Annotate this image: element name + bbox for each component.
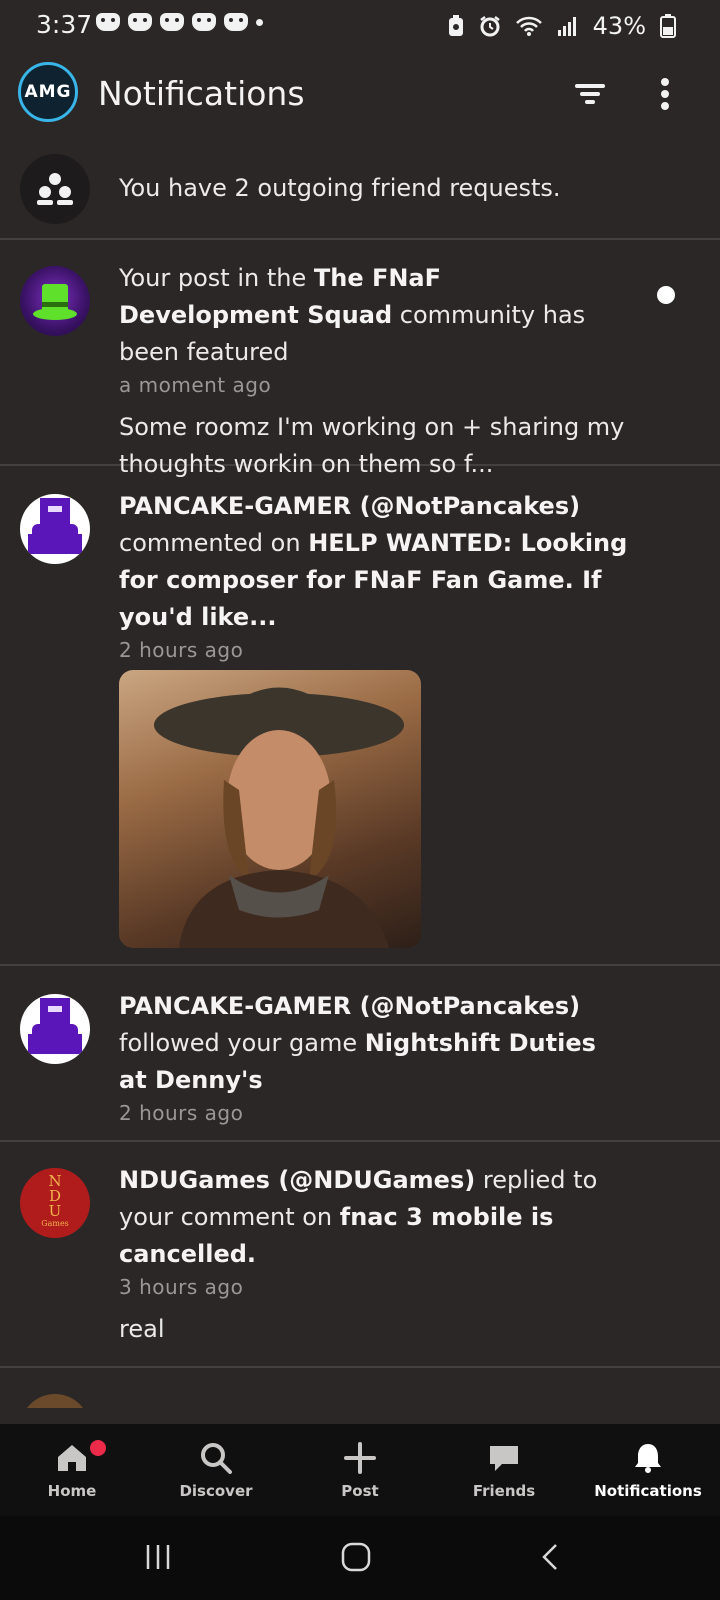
search-icon — [201, 1443, 232, 1474]
notification-partial-row[interactable] — [0, 1368, 720, 1408]
people-group-icon — [37, 173, 73, 205]
nav-label: Friends — [472, 1482, 536, 1500]
status-time: 3:37 — [36, 10, 93, 39]
notification-badge — [90, 1440, 106, 1456]
avatar-logo-text: N D U Games — [20, 1174, 90, 1229]
portrait-image — [154, 687, 404, 948]
reply-preview: real — [119, 1315, 165, 1343]
notification-list: You have 2 outgoing friend requests. You… — [0, 144, 720, 1408]
follow-message: PANCAKE-GAMER (@NotPancakes) followed yo… — [119, 988, 629, 1099]
nav-notifications[interactable]: Notifications — [576, 1424, 720, 1516]
notification-featured-row[interactable]: Your post in the The FNaF Development Sq… — [0, 240, 720, 478]
signal-icon — [557, 17, 576, 36]
bottom-navigation: Home Discover Post Friends Notifications — [0, 1424, 720, 1516]
avatar-letter: U — [48, 1202, 62, 1220]
nav-label: Post — [341, 1482, 379, 1500]
reply-text-block: NDUGames (@NDUGames) replied to your com… — [119, 1162, 629, 1348]
user-avatar-pancake — [20, 494, 90, 564]
game-controller-icon — [128, 13, 152, 31]
recents-icon[interactable] — [144, 1542, 172, 1572]
game-controller-icon — [160, 13, 184, 31]
follow-text-block: PANCAKE-GAMER (@NotPancakes) followed yo… — [119, 988, 629, 1127]
purple-character-icon — [28, 998, 82, 1054]
game-controller-icon — [96, 13, 120, 31]
reply-message: NDUGames (@NDUGames) replied to your com… — [119, 1162, 629, 1273]
battery-saver-icon — [448, 15, 463, 36]
app-bar: AMG Notifications — [0, 52, 720, 144]
time-ago: 2 hours ago — [119, 1101, 244, 1125]
logo-text: AMG — [24, 82, 72, 102]
battery-icon — [660, 14, 676, 38]
game-controller-icon — [224, 13, 248, 31]
back-icon[interactable] — [538, 1542, 562, 1572]
featured-message: Your post in the The FNaF Development Sq… — [119, 260, 629, 371]
nav-label: Home — [47, 1482, 97, 1500]
chat-icon — [490, 1446, 518, 1471]
home-circle-icon[interactable] — [340, 1542, 372, 1572]
featured-text-block: Your post in the The FNaF Development Sq… — [119, 260, 629, 483]
nav-home[interactable]: Home — [0, 1424, 144, 1516]
wifi-icon — [515, 16, 542, 36]
nav-label: Discover — [179, 1482, 253, 1500]
filter-button[interactable] — [570, 74, 610, 114]
nav-label: Notifications — [594, 1482, 702, 1500]
user-avatar-pancake — [20, 994, 90, 1064]
comment-message: PANCAKE-GAMER (@NotPancakes) commented o… — [119, 488, 629, 636]
user-avatar-partial — [20, 1394, 90, 1408]
more-vertical-icon — [661, 78, 669, 110]
time-ago: a moment ago — [119, 373, 272, 397]
home-icon — [58, 1445, 86, 1471]
app-logo[interactable]: AMG — [18, 62, 78, 122]
community-avatar — [20, 266, 90, 336]
bell-icon — [635, 1444, 661, 1473]
status-bar: 3:37 43% — [0, 0, 720, 52]
username[interactable]: PANCAKE-GAMER (@NotPancakes) — [119, 992, 580, 1020]
username[interactable]: PANCAKE-GAMER (@NotPancakes) — [119, 492, 580, 520]
dot-icon — [256, 19, 263, 26]
filter-icon — [575, 84, 605, 104]
friend-requests-row[interactable]: You have 2 outgoing friend requests. — [0, 144, 720, 238]
more-options-button[interactable] — [650, 74, 680, 114]
user-avatar-ndugames: N D U Games — [20, 1168, 90, 1238]
username[interactable]: NDUGames (@NDUGames) — [119, 1166, 475, 1194]
time-ago: 3 hours ago — [119, 1275, 244, 1299]
status-right: 43% — [447, 12, 676, 40]
friend-requests-text: You have 2 outgoing friend requests. — [119, 174, 561, 202]
nav-friends[interactable]: Friends — [432, 1424, 576, 1516]
friends-group-avatar — [20, 154, 90, 224]
comment-action: commented on — [119, 529, 309, 557]
nav-discover[interactable]: Discover — [144, 1424, 288, 1516]
system-navigation-bar — [0, 1516, 720, 1600]
top-hat-icon — [33, 284, 77, 320]
notification-follow-row[interactable]: PANCAKE-GAMER (@NotPancakes) followed yo… — [0, 966, 720, 1140]
avatar-sub: Games — [41, 1219, 69, 1228]
featured-pre: Your post in the — [119, 264, 314, 292]
alarm-icon — [479, 16, 500, 37]
nav-post[interactable]: Post — [288, 1424, 432, 1516]
follow-action: followed your game — [119, 1029, 365, 1057]
time-ago: 2 hours ago — [119, 638, 244, 662]
unread-indicator — [657, 286, 675, 304]
notification-comment-row[interactable]: PANCAKE-GAMER (@NotPancakes) commented o… — [0, 466, 720, 964]
page-title: Notifications — [98, 74, 305, 113]
game-controller-icon — [192, 13, 216, 31]
purple-character-icon — [28, 498, 82, 554]
notification-reply-row[interactable]: N D U Games NDUGames (@NDUGames) replied… — [0, 1142, 720, 1366]
status-notification-icons — [96, 13, 263, 31]
plus-icon — [344, 1442, 376, 1474]
comment-image-thumbnail[interactable] — [119, 670, 421, 948]
battery-percent: 43% — [592, 12, 646, 40]
comment-text-block: PANCAKE-GAMER (@NotPancakes) commented o… — [119, 488, 629, 664]
